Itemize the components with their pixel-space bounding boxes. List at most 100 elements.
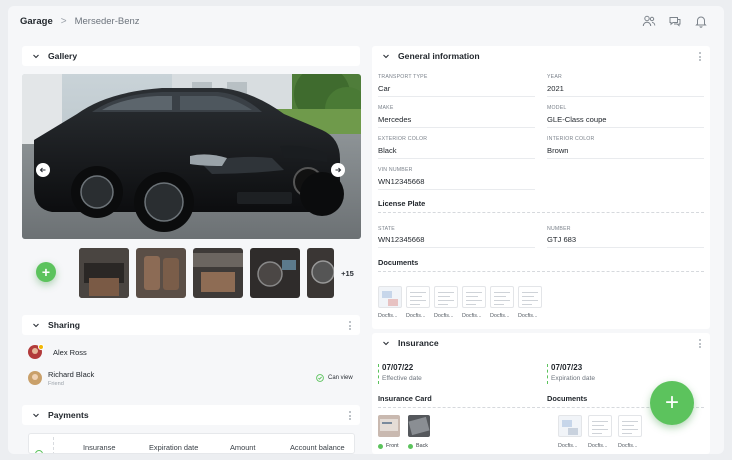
field-value[interactable]: WN12345668 <box>378 235 424 244</box>
thumb-image <box>250 248 300 298</box>
app-window: Garage > Merseder-Benz Gallery + +15 Sha… <box>8 6 724 454</box>
field-value[interactable]: GLE-Class coupe <box>547 115 607 124</box>
gallery-thumb[interactable] <box>79 248 129 298</box>
card-back-thumb[interactable] <box>408 415 430 437</box>
floating-add-button[interactable]: + <box>650 381 694 425</box>
chevron-down-icon <box>383 54 389 59</box>
document-thumb[interactable] <box>434 286 458 308</box>
arrow-right-icon <box>335 167 342 173</box>
column-header[interactable]: Expiration date <box>149 443 198 452</box>
date-marker <box>547 364 548 384</box>
column-header[interactable]: Amount <box>230 443 255 452</box>
insurance-header[interactable]: Insurance <box>372 333 710 353</box>
plus-icon: + <box>41 264 51 280</box>
plus-icon: + <box>664 389 680 416</box>
field-underline <box>378 127 535 128</box>
gallery-thumb[interactable] <box>193 248 243 298</box>
person-name: Alex Ross <box>53 348 87 357</box>
breadcrumb-separator: > <box>60 15 67 27</box>
more-vertical-icon[interactable] <box>349 321 352 330</box>
document-thumb[interactable] <box>378 286 402 308</box>
gallery-main-photo <box>22 74 361 239</box>
gallery-title: Gallery <box>48 51 78 61</box>
document-thumb[interactable] <box>406 286 430 308</box>
field-underline <box>378 247 535 248</box>
more-vertical-icon[interactable] <box>699 52 702 61</box>
field-label: EXTERIOR COLOR <box>378 136 428 142</box>
field-label: NUMBER <box>547 226 571 232</box>
person-role: Friend <box>48 381 64 387</box>
document-thumb[interactable] <box>462 286 486 308</box>
field-label: TRANSPORT TYPE <box>378 74 428 80</box>
documents-title: Documents <box>378 258 419 267</box>
document-thumb[interactable] <box>490 286 514 308</box>
document-name: Docfis... <box>490 313 510 319</box>
gallery-header[interactable]: Gallery <box>22 46 360 66</box>
sharing-title: Sharing <box>48 320 80 330</box>
chat-icon[interactable] <box>668 14 682 28</box>
field-value[interactable]: GTJ 683 <box>547 235 576 244</box>
effective-date[interactable]: 07/07/22 <box>382 363 413 372</box>
field-value[interactable]: 2021 <box>547 84 564 93</box>
sharing-header[interactable]: Sharing <box>22 315 360 335</box>
document-name: Docfis... <box>406 313 426 319</box>
document-name: Docfis... <box>618 443 638 449</box>
field-underline <box>547 96 704 97</box>
field-value[interactable]: WN12345668 <box>378 177 424 186</box>
gallery-next-button[interactable] <box>331 163 345 177</box>
breadcrumb-garage[interactable]: Garage <box>20 16 53 27</box>
more-photos-badge[interactable]: +15 <box>334 248 361 298</box>
gallery-thumb[interactable] <box>307 248 334 298</box>
table-divider <box>53 437 54 453</box>
insurance-documents-title: Documents <box>547 394 588 403</box>
more-vertical-icon[interactable] <box>349 411 352 420</box>
field-value[interactable]: Black <box>378 146 397 155</box>
general-info-header[interactable]: General information <box>372 46 710 66</box>
column-header[interactable]: Account balance <box>290 443 345 452</box>
card-front-thumb[interactable] <box>378 415 400 437</box>
gallery-prev-button[interactable] <box>36 163 50 177</box>
owner-badge <box>38 344 44 350</box>
column-header[interactable]: Insuranse <box>83 443 115 452</box>
gallery-thumb[interactable] <box>250 248 300 298</box>
top-bar: Garage > Merseder-Benz <box>8 6 724 36</box>
thumb-image <box>136 248 186 298</box>
bell-icon[interactable] <box>694 14 708 28</box>
permission-dropdown[interactable]: Can view <box>316 374 353 382</box>
document-thumb[interactable] <box>558 415 582 437</box>
field-underline <box>378 96 535 97</box>
thumb-image <box>307 248 334 298</box>
field-underline <box>378 158 535 159</box>
arrow-left-icon <box>39 167 46 173</box>
payments-panel: Payments <box>22 405 360 425</box>
more-photos-count: +15 <box>341 268 354 278</box>
gallery-thumb[interactable] <box>136 248 186 298</box>
general-info-title: General information <box>398 51 480 61</box>
card-front-label: Front <box>386 443 399 449</box>
users-icon[interactable] <box>642 14 656 28</box>
payments-header[interactable]: Payments <box>22 405 360 425</box>
chevron-down-icon <box>33 323 39 328</box>
effective-date-label: Effective date <box>382 375 422 382</box>
table-row-marker <box>35 450 43 453</box>
document-name: Docfis... <box>434 313 454 319</box>
add-photo-button[interactable]: + <box>36 262 56 282</box>
field-value[interactable]: Mercedes <box>378 115 411 124</box>
field-value[interactable]: Brown <box>547 146 569 155</box>
field-label: STATE <box>378 226 395 232</box>
document-thumb[interactable] <box>518 286 542 308</box>
more-vertical-icon[interactable] <box>699 339 702 348</box>
permission-label: Can view <box>328 375 353 381</box>
field-underline <box>378 189 535 190</box>
person-name: Richard Black <box>48 370 95 379</box>
section-divider <box>378 212 704 213</box>
field-value[interactable]: Car <box>378 84 390 93</box>
document-thumb[interactable] <box>588 415 612 437</box>
document-name: Docfis... <box>518 313 538 319</box>
expiration-date[interactable]: 07/07/23 <box>551 363 582 372</box>
field-label: MAKE <box>378 105 394 111</box>
field-underline <box>547 247 704 248</box>
thumb-image <box>79 248 129 298</box>
field-label: INTERIOR COLOR <box>547 136 595 142</box>
document-thumb[interactable] <box>618 415 642 437</box>
